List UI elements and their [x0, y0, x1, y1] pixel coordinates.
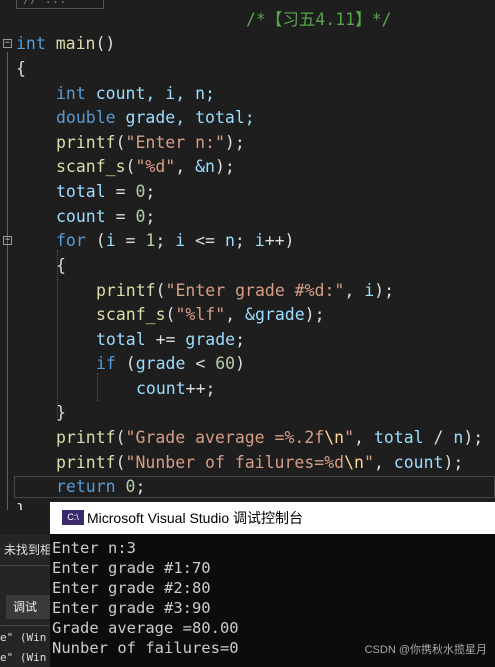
code-line-decl-double: double grade, total;: [56, 108, 255, 127]
console-line: Enter n:3: [52, 539, 136, 557]
watermark: CSDN @你携秋水揽星月: [364, 644, 487, 656]
code-line-scanf-n: scanf_s("%d", &n);: [56, 157, 235, 176]
left-output-panel: 未找到相 调试 e" (Win e" (Win: [0, 535, 50, 667]
code-line-scanf-grade: scanf_s("%lf", &grade);: [96, 305, 325, 324]
code-line-main: int main(): [16, 34, 116, 53]
code-line-count-inc: count++;: [136, 379, 216, 398]
divider: [0, 565, 50, 566]
not-found-label: 未找到相: [4, 543, 50, 557]
code-line-printf-failures: printf("Nunber of failures=%d\n", count)…: [56, 453, 464, 472]
code-line-if: if (grade < 60): [96, 354, 246, 373]
code-line-printf-grade: printf("Enter grade #%d:", i);: [96, 281, 395, 300]
collapse-toggle-for[interactable]: −: [3, 236, 12, 245]
code-editor[interactable]: // ... /*【习五4.11】*/ − int main() { int c…: [0, 0, 495, 510]
collapse-toggle-main[interactable]: −: [3, 39, 12, 48]
console-line: Nunber of failures=0: [52, 639, 239, 657]
console-line: Grade average =80.00: [52, 619, 239, 637]
console-line: Enter grade #1:70: [52, 559, 211, 577]
code-line-return: return 0;: [56, 477, 146, 496]
console-app-icon: C:\: [62, 510, 84, 525]
code-line-decl-int: int count, i, n;: [56, 84, 215, 103]
code-line-total-init: total = 0;: [56, 182, 156, 201]
code-line-for-open: {: [56, 256, 66, 275]
console-output: Enter n:3 Enter grade #1:70 Enter grade #2…: [52, 538, 239, 658]
code-line-for: for (i = 1; i <= n; i++): [56, 231, 295, 250]
console-line: Enter grade #3:90: [52, 599, 211, 617]
console-title: Microsoft Visual Studio 调试控制台: [87, 510, 304, 526]
code-line-count-init: count = 0;: [56, 207, 156, 226]
console-line: Enter grade #2:80: [52, 579, 211, 597]
code-line-open-brace: {: [16, 59, 26, 78]
indent-guide: [97, 373, 98, 401]
debug-button[interactable]: 调试: [6, 595, 50, 619]
code-line-printf-n: printf("Enter n:");: [56, 133, 245, 152]
output-line: e" (Win: [0, 631, 47, 644]
divider: [0, 625, 50, 626]
collapsed-region[interactable]: // ...: [16, 0, 104, 9]
output-line: e" (Win: [0, 651, 47, 664]
code-line-total-add: total += grade;: [96, 330, 246, 349]
code-line-comment: /*【习五4.11】*/: [246, 10, 392, 29]
code-line-for-close: }: [56, 403, 66, 422]
console-title-bar[interactable]: C:\ Microsoft Visual Studio 调试控制台: [50, 502, 495, 534]
fold-line: [7, 52, 8, 510]
code-line-close-brace: }: [16, 499, 26, 510]
code-line-printf-average: printf("Grade average =%.2f\n", total / …: [56, 428, 484, 447]
